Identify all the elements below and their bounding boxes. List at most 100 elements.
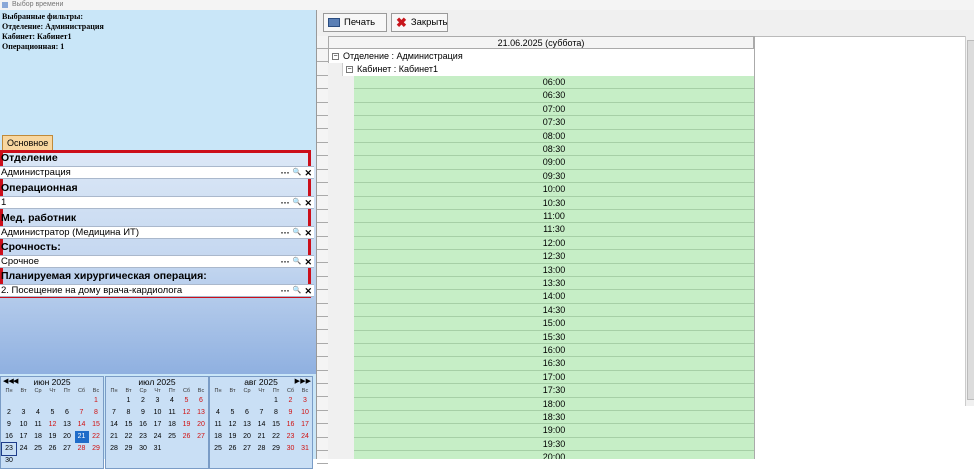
calendar-day[interactable]: 7: [75, 407, 89, 419]
row-header-cell[interactable]: [317, 344, 328, 358]
row-header-cell[interactable]: [317, 250, 328, 264]
calendar-day[interactable]: 7: [255, 407, 269, 419]
calendar-day[interactable]: 30: [2, 455, 16, 467]
calendar-day[interactable]: 24: [151, 431, 165, 443]
calendar-day[interactable]: 10: [298, 407, 312, 419]
month-calendar[interactable]: июн 2025 ◀◀ ◀ Пн Вт Ср Чт Пт Сб Вс 1 2 3 4 5 6 7 8 9 10 11 12…: [0, 376, 104, 469]
vertical-scrollbar[interactable]: [965, 36, 974, 406]
calendar-day[interactable]: 22: [89, 431, 103, 443]
clear-icon[interactable]: ✕: [304, 198, 312, 208]
field-value[interactable]: 2. Посещение на дому врача-кардиолога: [1, 285, 182, 297]
calendar-day[interactable]: 14: [107, 419, 121, 431]
calendar-day[interactable]: 8: [89, 407, 103, 419]
calendar-day[interactable]: 9: [136, 407, 150, 419]
row-header-cell[interactable]: [317, 398, 328, 411]
tab-main[interactable]: Основное: [2, 135, 54, 150]
row-header-cell[interactable]: [317, 384, 328, 398]
calendar-day[interactable]: 12: [180, 407, 194, 419]
calendar-day[interactable]: 4: [211, 407, 225, 419]
calendar-day[interactable]: 7: [107, 407, 121, 419]
time-slot[interactable]: 13:00: [354, 263, 754, 277]
calendar-day[interactable]: 28: [75, 443, 89, 455]
time-slot[interactable]: 19:00: [354, 424, 754, 438]
search-icon[interactable]: 🔍: [293, 228, 302, 238]
row-header-cell[interactable]: [317, 157, 328, 170]
calendar-day[interactable]: 27: [60, 443, 74, 455]
calendar-day[interactable]: 15: [89, 419, 103, 431]
calendar-day[interactable]: 22: [269, 431, 283, 443]
time-slot[interactable]: 18:30: [354, 411, 754, 425]
time-slot[interactable]: 10:30: [354, 196, 754, 210]
calendar-day[interactable]: 19: [180, 419, 194, 431]
calendar-day[interactable]: 14: [255, 419, 269, 431]
calendar-day[interactable]: 27: [194, 431, 208, 443]
calendar-day[interactable]: 2: [284, 395, 298, 407]
calendar-day[interactable]: 23: [136, 431, 150, 443]
calendar-day[interactable]: 27: [240, 443, 254, 455]
calendar-day[interactable]: 25: [31, 443, 45, 455]
calendar-day[interactable]: 5: [180, 395, 194, 407]
calendar-day[interactable]: 10: [151, 407, 165, 419]
search-icon[interactable]: 🔍: [293, 257, 302, 267]
calendar-day[interactable]: 28: [107, 443, 121, 455]
row-header-cell[interactable]: [317, 277, 328, 291]
row-header-cell[interactable]: [317, 451, 328, 465]
time-slot[interactable]: 20:00: [354, 451, 754, 459]
calendar-day[interactable]: 18: [211, 431, 225, 443]
calendar-day[interactable]: 20: [60, 431, 74, 443]
calendar-day[interactable]: 6: [194, 395, 208, 407]
print-button[interactable]: Печать: [323, 13, 387, 32]
time-slot[interactable]: 06:30: [354, 89, 754, 103]
time-slot[interactable]: 08:00: [354, 129, 754, 143]
calendar-day[interactable]: 1: [122, 395, 136, 407]
time-slot[interactable]: 10:00: [354, 183, 754, 197]
clear-icon[interactable]: ✕: [304, 286, 312, 296]
field-value[interactable]: Администратор (Медицина ИТ): [1, 227, 139, 239]
calendar-day[interactable]: 5: [226, 407, 240, 419]
calendar-day[interactable]: 16: [284, 419, 298, 431]
calendar-day[interactable]: 29: [89, 443, 103, 455]
calendar-day[interactable]: 13: [240, 419, 254, 431]
time-slot[interactable]: 07:00: [354, 102, 754, 117]
row-header-cell[interactable]: [317, 36, 328, 49]
row-header-cell[interactable]: [317, 358, 328, 371]
row-header-cell[interactable]: [317, 103, 328, 116]
calendar-day[interactable]: 29: [122, 443, 136, 455]
calendar-day[interactable]: 12: [226, 419, 240, 431]
calendar-day[interactable]: 10: [17, 419, 31, 431]
time-slot[interactable]: 11:30: [354, 223, 754, 237]
time-slot[interactable]: 16:00: [354, 344, 754, 358]
calendar-day[interactable]: 30: [284, 443, 298, 455]
row-header-cell[interactable]: [317, 63, 328, 76]
collapse-icon[interactable]: −: [332, 53, 339, 61]
row-header-cell[interactable]: [317, 331, 328, 344]
row-header-cell[interactable]: [317, 224, 328, 237]
row-header-cell[interactable]: [317, 291, 328, 304]
next-year-icon[interactable]: ▶▶: [300, 377, 311, 387]
calendar-day[interactable]: 11: [165, 407, 179, 419]
ellipsis-icon[interactable]: ···: [281, 286, 290, 296]
row-header-cell[interactable]: [317, 197, 328, 210]
time-slot[interactable]: 12:30: [354, 250, 754, 264]
calendar-day[interactable]: 21: [74, 431, 89, 443]
calendar-day[interactable]: 12: [46, 419, 60, 431]
time-slot[interactable]: 14:30: [354, 303, 754, 318]
time-slot[interactable]: 07:30: [354, 116, 754, 130]
close-button[interactable]: ✖ Закрыть: [391, 13, 448, 32]
row-header-cell[interactable]: [317, 264, 328, 277]
row-header-cell[interactable]: [317, 76, 328, 90]
time-slot[interactable]: 19:30: [354, 437, 754, 452]
calendar-day[interactable]: 11: [31, 419, 45, 431]
calendar-day[interactable]: 2: [2, 407, 16, 419]
clear-icon[interactable]: ✕: [304, 168, 312, 178]
row-header-cell[interactable]: [317, 170, 328, 183]
month-calendar[interactable]: июл 2025 Пн Вт Ср Чт Пт Сб Вс 1 2 3 4 5 6 7 8 9 10 11 12 13 1…: [105, 376, 209, 469]
calendar-day[interactable]: 3: [298, 395, 312, 407]
calendar-day[interactable]: 26: [46, 443, 60, 455]
field-input[interactable]: 2. Посещение на дому врача-кардиолога ···…: [0, 284, 314, 297]
group-department[interactable]: − Отделение : Администрация: [328, 50, 754, 63]
calendar-day[interactable]: 26: [180, 431, 194, 443]
group-cabinet[interactable]: − Кабинет : Кабинет1: [342, 63, 754, 76]
time-slot[interactable]: 06:00: [354, 76, 754, 90]
calendar-day[interactable]: 15: [269, 419, 283, 431]
